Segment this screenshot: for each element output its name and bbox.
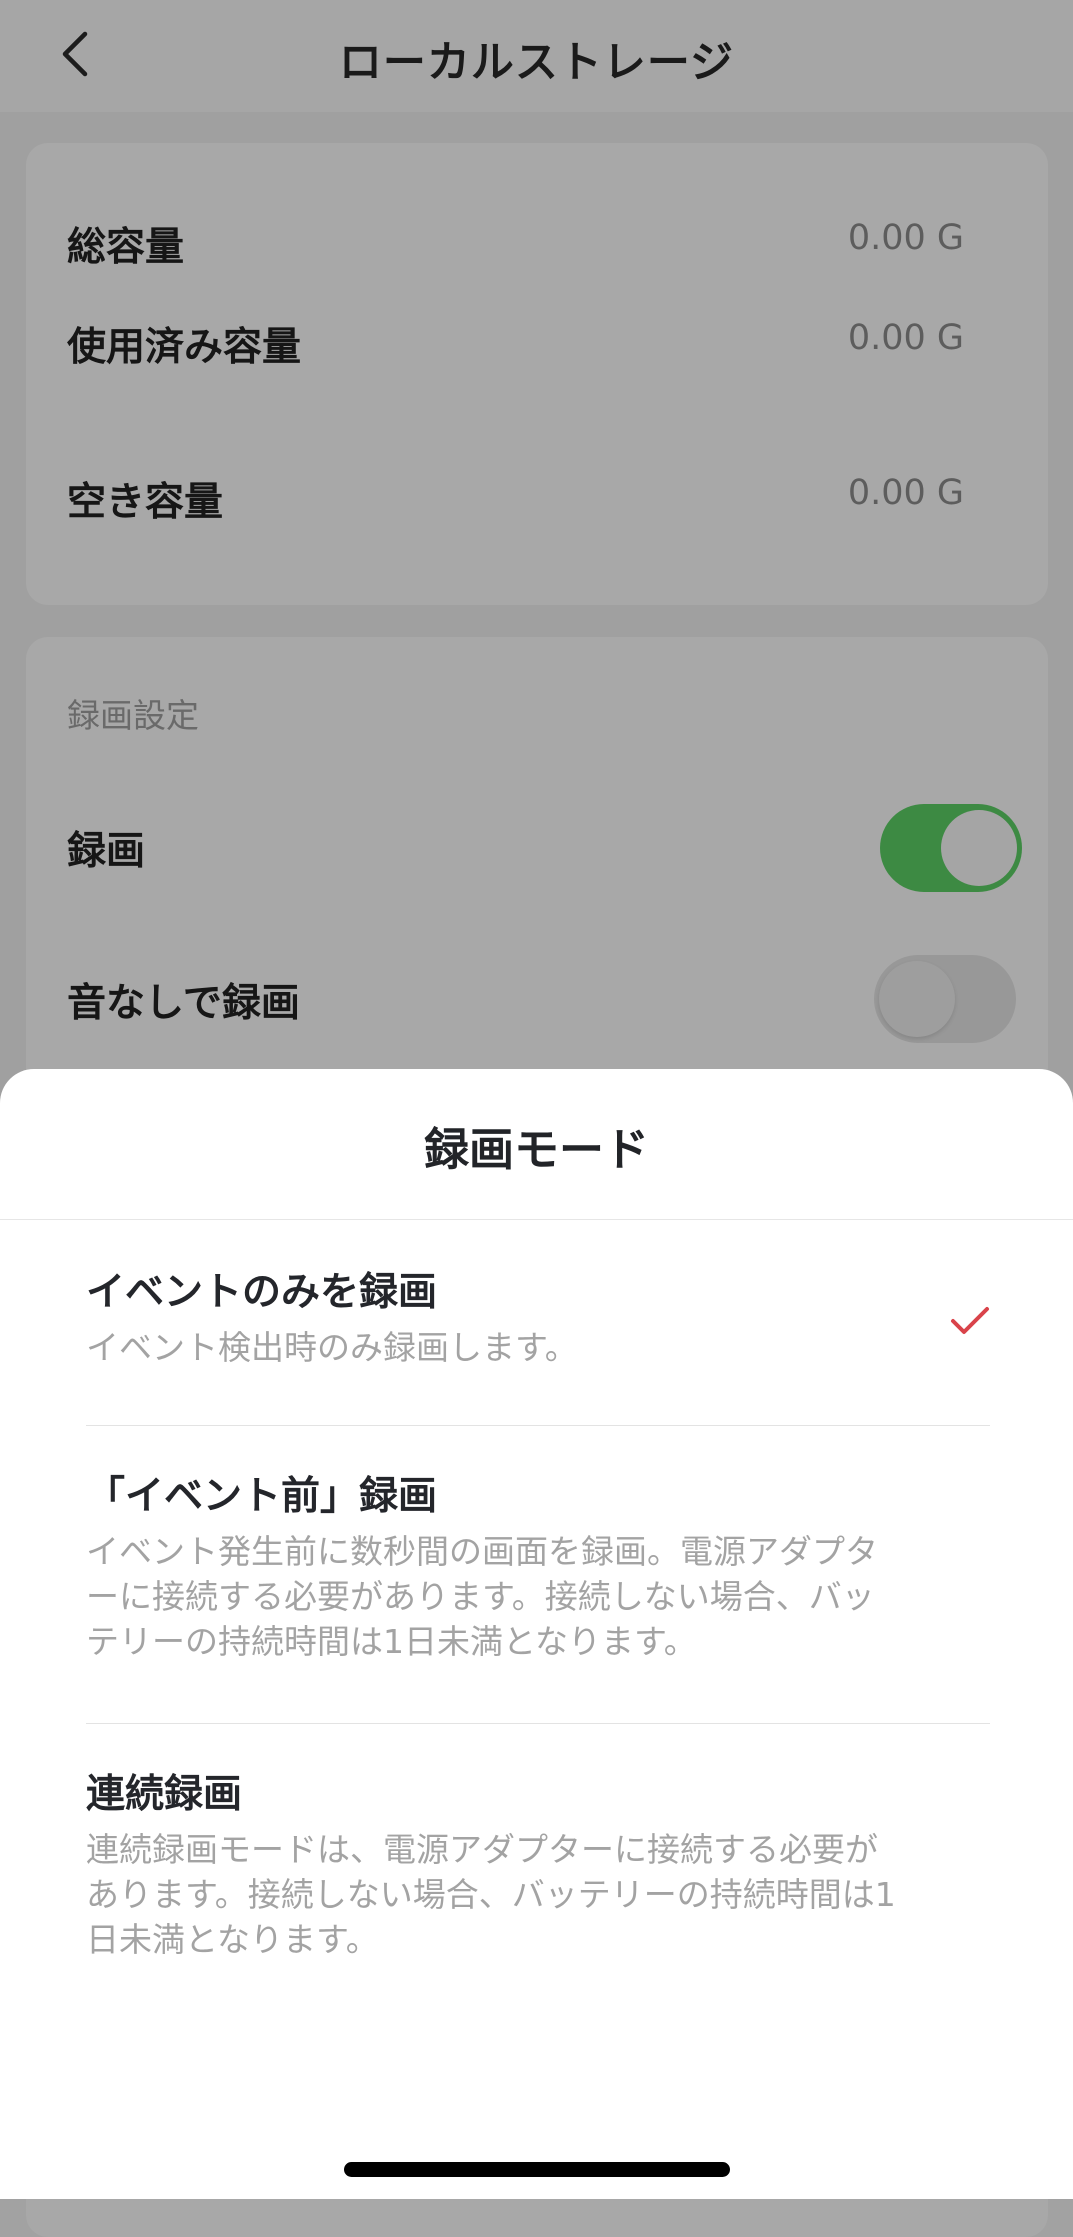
divider [86,1723,990,1724]
option-title: 「イベント前」録画 [86,1474,438,1519]
storage-card: 総容量 0.00 G 使用済み容量 0.00 G 空き容量 0.00 G [26,143,1048,605]
description-line: イベント発生前に数秒間の画面を録画。電源アダプタ [86,1532,878,1571]
option-description: イベント発生前に数秒間の画面を録画。電源アダプタ ーに接続する必要があります。接… [86,1529,990,1664]
sheet-title: 録画モード [423,1123,649,1176]
free-capacity-label: 空き容量 [67,480,224,525]
navbar: ローカルストレージ [0,0,1073,112]
option-continuous[interactable]: 連続録画 連続録画モードは、電源アダプターに接続する必要が あります。接続しない… [86,1767,990,1962]
free-capacity-value: 0.00 G [847,473,964,513]
page-title: ローカルストレージ [338,38,735,88]
description-line: ーに接続する必要があります。接続しない場合、バッ [86,1577,875,1616]
recording-toggle[interactable] [880,804,1022,892]
description-line: イベント検出時のみ録画します。 [86,1328,578,1367]
home-indicator [344,2162,730,2177]
recording-row: 録画 [26,804,1048,920]
description-line: 連続録画モードは、電源アダプターに接続する必要が [86,1830,878,1869]
option-description: 連続録画モードは、電源アダプターに接続する必要が あります。接続しない場合、バッ… [86,1827,990,1962]
recording-section-header: 録画設定 [67,696,199,735]
checkmark-icon [951,1307,989,1334]
recording-mode-sheet: 録画モード イベントのみを録画 イベント検出時のみ録画します。 「イベント前」録… [0,1069,1073,2199]
description-line: 日未満となります。 [86,1920,379,1959]
used-capacity-label: 使用済み容量 [67,325,302,370]
toggle-knob [879,961,955,1037]
used-capacity-row: 使用済み容量 0.00 G [26,318,1048,471]
option-description: イベント検出時のみ録画します。 [86,1325,990,1370]
total-capacity-label: 総容量 [67,225,185,270]
used-capacity-value: 0.00 G [847,318,964,358]
option-title: イベントのみを録画 [86,1270,438,1315]
recording-label: 録画 [67,829,146,874]
toggle-knob [941,810,1017,886]
silent-recording-label: 音なしで録画 [67,981,300,1026]
description-line: あります。接続しない場合、バッテリーの持続時間は1 [86,1875,896,1914]
option-title: 連続録画 [86,1772,243,1817]
free-capacity-row: 空き容量 0.00 G [26,473,1048,626]
option-pre-event[interactable]: 「イベント前」録画 イベント発生前に数秒間の画面を録画。電源アダプタ ーに接続す… [86,1469,990,1664]
divider [86,1425,990,1426]
description-line: テリーの持続時間は1日未満となります。 [86,1622,697,1661]
divider [0,1219,1073,1220]
silent-recording-toggle[interactable] [874,955,1016,1043]
option-event-only[interactable]: イベントのみを録画 イベント検出時のみ録画します。 [86,1265,990,1370]
total-capacity-value: 0.00 G [847,218,964,258]
silent-recording-row: 音なしで録画 [26,955,1048,1072]
